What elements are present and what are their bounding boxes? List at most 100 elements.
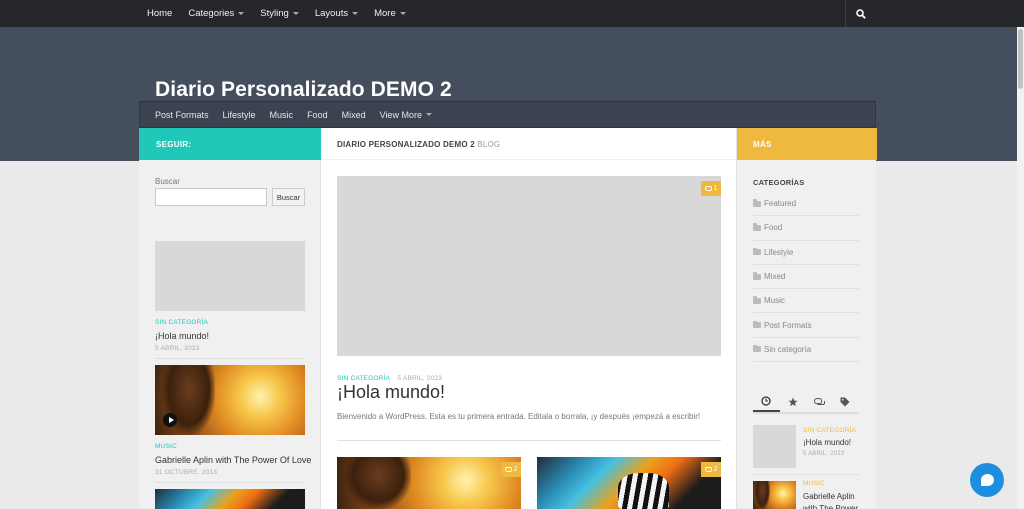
search-label: Buscar bbox=[155, 177, 180, 186]
page-scrollbar[interactable] bbox=[1017, 27, 1024, 509]
category-link[interactable]: Food bbox=[753, 216, 859, 241]
comment-count-badge[interactable]: 2 bbox=[501, 462, 521, 477]
main-content: SEGUIR: Buscar Buscar SIN CATEGORÍA ¡Hol… bbox=[139, 128, 877, 509]
post-date: 5 ABRIL, 2023 bbox=[155, 345, 200, 352]
folder-icon bbox=[753, 320, 761, 329]
category-link[interactable]: Lifestyle bbox=[753, 241, 859, 265]
chevron-down-icon bbox=[425, 113, 432, 116]
topnav-more[interactable]: More bbox=[374, 8, 406, 19]
category-label: Featured bbox=[764, 199, 797, 209]
topnav-categories[interactable]: Categories bbox=[188, 8, 245, 19]
grid-post-thumbnail[interactable] bbox=[537, 457, 721, 509]
play-icon bbox=[163, 413, 177, 427]
folder-icon bbox=[753, 296, 761, 304]
subnav-view-more-label: View More bbox=[379, 109, 422, 120]
subnav-lifestyle[interactable]: Lifestyle bbox=[223, 110, 256, 120]
star-icon bbox=[788, 397, 798, 407]
folder-icon bbox=[753, 272, 761, 280]
featured-post-image[interactable] bbox=[337, 176, 721, 356]
category-label: Food bbox=[764, 223, 783, 233]
comment-count: 2 bbox=[513, 466, 518, 473]
chat-widget-button[interactable] bbox=[970, 463, 1004, 497]
folder-icon bbox=[753, 247, 761, 256]
comment-count-badge[interactable]: 1 bbox=[701, 181, 721, 196]
post-category[interactable]: SIN CATEGORÍA bbox=[155, 319, 208, 326]
post-thumbnail[interactable] bbox=[155, 241, 305, 311]
subnav-post-formats[interactable]: Post Formats bbox=[155, 110, 209, 120]
site-title[interactable]: Diario Personalizado DEMO 2 bbox=[155, 78, 452, 102]
tab-tags[interactable] bbox=[833, 392, 860, 412]
featured-post-title[interactable]: ¡Hola mundo! bbox=[337, 382, 445, 403]
post-category[interactable]: MUSIC bbox=[803, 480, 825, 487]
category-label: Music bbox=[764, 296, 785, 306]
chevron-down-icon bbox=[399, 12, 406, 15]
left-sidebar: SEGUIR: Buscar Buscar SIN CATEGORÍA ¡Hol… bbox=[139, 128, 321, 509]
category-label: Mixed bbox=[764, 272, 786, 282]
categories-list: Featured Food Lifestyle Mixed Music Post… bbox=[753, 192, 859, 363]
post-thumbnail[interactable] bbox=[155, 365, 305, 435]
subnav-food[interactable]: Food bbox=[307, 110, 328, 120]
topnav-home-label: Home bbox=[147, 8, 173, 19]
topnav-layouts-label: Layouts bbox=[314, 8, 349, 19]
photo-detail bbox=[617, 472, 670, 509]
tags-icon bbox=[840, 397, 850, 407]
featured-post-excerpt: Bienvenido a WordPress. Esta es tu prime… bbox=[337, 412, 701, 421]
more-header: MÁS bbox=[737, 128, 877, 160]
featured-post-category[interactable]: SIN CATEGORÍA bbox=[337, 375, 390, 382]
post-thumbnail[interactable] bbox=[753, 481, 796, 509]
blog-heading: DIARIO PERSONALIZADO DEMO 2 BLOG bbox=[321, 128, 736, 160]
topnav-styling-label: Styling bbox=[260, 8, 289, 19]
category-link[interactable]: Music bbox=[753, 289, 859, 314]
tab-comments[interactable] bbox=[806, 392, 833, 412]
search-toggle-button[interactable] bbox=[845, 0, 875, 27]
post-title[interactable]: ¡Hola mundo! bbox=[803, 438, 851, 447]
category-label: Lifestyle bbox=[764, 247, 794, 257]
follow-header: SEGUIR: bbox=[139, 128, 321, 160]
post-title[interactable]: Gabrielle Aplin with The Power bbox=[803, 491, 863, 509]
blog-heading-suffix: BLOG bbox=[477, 140, 501, 149]
post-date: 31 OCTUBRE, 2013 bbox=[155, 469, 218, 476]
category-link[interactable]: Mixed bbox=[753, 265, 859, 290]
category-link[interactable]: Sin categoría bbox=[753, 338, 859, 363]
tab-popular[interactable] bbox=[780, 392, 807, 412]
top-navigation-bar: Home Categories Styling Layouts More bbox=[0, 0, 1024, 27]
photo-detail bbox=[346, 457, 411, 509]
right-sidebar: MÁS CATEGORÍAS Featured Food Lifestyle M… bbox=[736, 128, 877, 509]
post-title[interactable]: Gabrielle Aplin with The Power Of Love bbox=[155, 455, 315, 465]
category-link[interactable]: Post Formats bbox=[753, 313, 859, 338]
topnav-styling[interactable]: Styling bbox=[260, 8, 299, 19]
search-input[interactable] bbox=[155, 188, 267, 206]
category-label: Sin categoría bbox=[764, 344, 812, 354]
divider bbox=[155, 358, 305, 359]
chevron-down-icon bbox=[292, 12, 299, 15]
comment-count: 1 bbox=[713, 185, 718, 192]
scrollbar-thumb[interactable] bbox=[1018, 29, 1023, 89]
grid-post-thumbnail[interactable] bbox=[337, 457, 521, 509]
comment-count-badge[interactable]: 2 bbox=[701, 462, 721, 477]
category-link[interactable]: Featured bbox=[753, 192, 859, 217]
comment-icon bbox=[704, 185, 712, 191]
category-navigation: Post Formats Lifestyle Music Food Mixed … bbox=[139, 101, 876, 128]
comment-icon bbox=[704, 466, 712, 472]
subnav-view-more[interactable]: View More bbox=[380, 110, 432, 120]
post-category[interactable]: MUSIC bbox=[155, 443, 177, 450]
post-title[interactable]: ¡Hola mundo! bbox=[155, 331, 209, 341]
tab-recent[interactable] bbox=[753, 392, 780, 412]
search-icon bbox=[855, 8, 866, 19]
top-menu: Home Categories Styling Layouts More bbox=[139, 0, 414, 27]
divider bbox=[753, 474, 859, 475]
post-thumbnail[interactable] bbox=[155, 489, 305, 509]
post-thumbnail[interactable] bbox=[753, 425, 796, 468]
chevron-down-icon bbox=[238, 12, 245, 15]
subnav-music[interactable]: Music bbox=[270, 110, 294, 120]
subnav-mixed[interactable]: Mixed bbox=[342, 110, 366, 120]
folder-icon bbox=[753, 199, 761, 207]
search-button[interactable]: Buscar bbox=[272, 188, 305, 206]
topnav-home[interactable]: Home bbox=[147, 8, 172, 19]
topnav-layouts[interactable]: Layouts bbox=[314, 8, 359, 19]
divider bbox=[337, 440, 721, 441]
widget-tabs bbox=[753, 392, 859, 414]
topnav-categories-label: Categories bbox=[188, 8, 235, 19]
post-category[interactable]: SIN CATEGORÍA bbox=[803, 427, 856, 434]
photo-detail bbox=[755, 481, 771, 509]
